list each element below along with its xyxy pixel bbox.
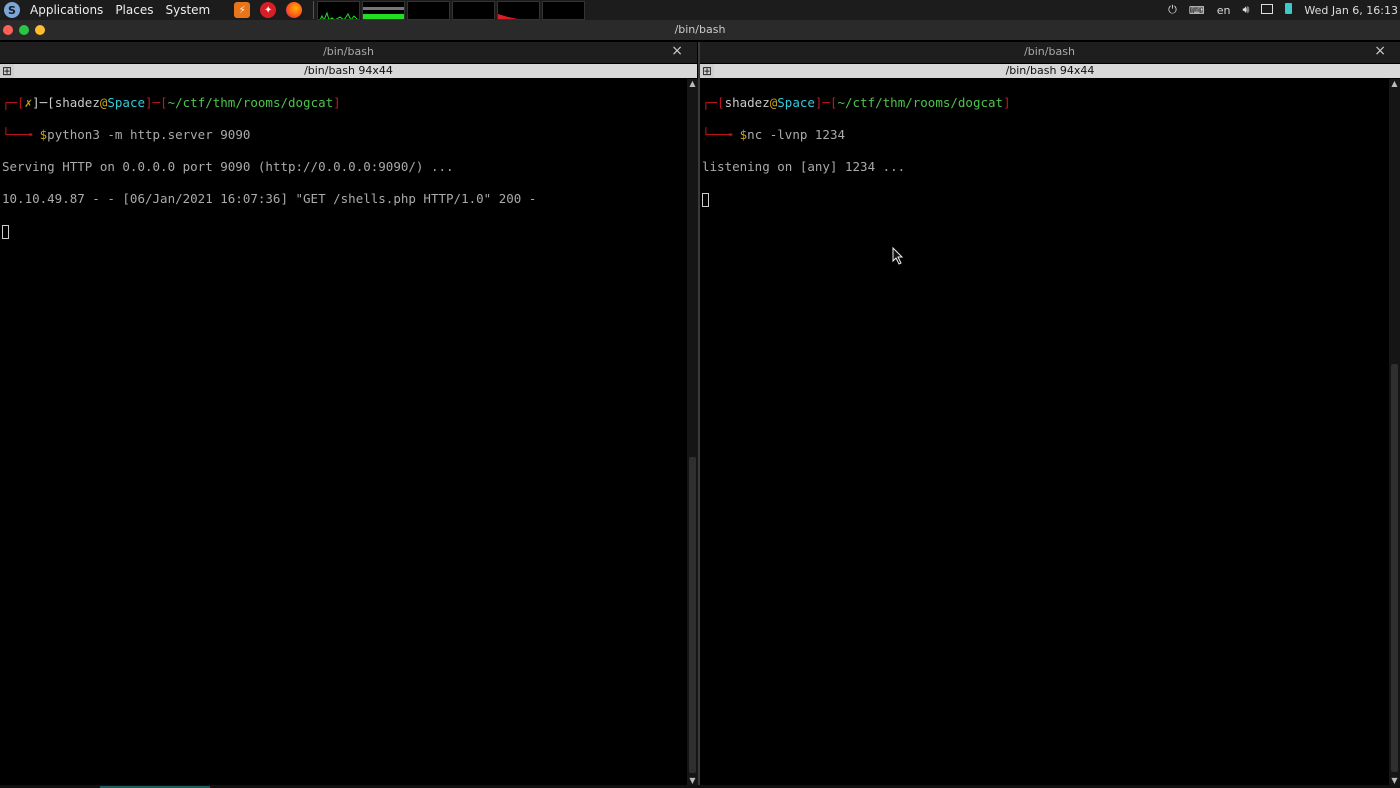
prompt-path: ~/ctf/thm/rooms/dogcat	[837, 95, 1004, 110]
menu-system[interactable]: System	[165, 3, 210, 17]
exit-status: ✗	[24, 95, 33, 110]
red-app-icon[interactable]: ✦	[260, 2, 277, 18]
disk-monitor-graph	[542, 0, 586, 20]
distro-logo-icon[interactable]: S	[4, 2, 20, 18]
top-panel: S Applications Places System ⚡ ✦ ⏻ ⌨ en …	[0, 0, 1400, 20]
text-cursor	[2, 224, 9, 239]
prompt-host: Space	[777, 95, 815, 110]
language-indicator[interactable]: en	[1217, 4, 1231, 17]
prompt-user: shadez	[54, 95, 100, 110]
pane-header-right: /bin/bash 94x44 ⊞	[700, 64, 1400, 78]
cursor-line	[700, 191, 1386, 207]
pane-header-left: /bin/bash 94x44 ⊞	[0, 64, 697, 78]
swap-monitor-graph	[407, 0, 451, 20]
prompt-line: ┌─[✗]─[shadez@Space]─[~/ctf/thm/rooms/do…	[2, 95, 341, 110]
firefox-icon[interactable]	[286, 2, 303, 18]
load-monitor-graph	[452, 0, 496, 20]
memory-monitor-graph	[362, 0, 406, 20]
prompt-path: ~/ctf/thm/rooms/dogcat	[167, 95, 334, 110]
pane-title: /bin/bash 94x44	[1005, 64, 1095, 77]
command-line: └──╼ $nc -lvnp 1234	[702, 127, 846, 142]
prompt-host: Space	[107, 95, 146, 110]
split-pane-icon[interactable]: ⊞	[700, 64, 714, 78]
tab-right[interactable]: /bin/bash ×	[699, 42, 1400, 63]
system-monitor[interactable]	[317, 0, 586, 20]
prompt-line: ┌─[shadez@Space]─[~/ctf/thm/rooms/dogcat…	[702, 95, 1011, 110]
tab-label: /bin/bash	[1024, 45, 1075, 58]
output-line: Serving HTTP on 0.0.0.0 port 9090 (http:…	[2, 159, 454, 174]
scrollbar-thumb[interactable]	[1391, 364, 1398, 772]
menu-places[interactable]: Places	[115, 3, 153, 17]
panel-separator	[313, 1, 315, 19]
window-titlebar[interactable]: /bin/bash	[0, 20, 1400, 40]
mouse-pointer-icon	[892, 247, 904, 265]
text-cursor	[702, 192, 709, 207]
command-line: └──╼ $python3 -m http.server 9090	[2, 127, 251, 142]
menu-applications[interactable]: Applications	[30, 3, 103, 17]
clock[interactable]: Wed Jan 6, 16:13	[1304, 4, 1398, 17]
scrollbar-right[interactable]: ▲ ▼	[1389, 79, 1400, 786]
volume-icon[interactable]: 🔊︎	[1242, 3, 1249, 17]
scrollbar-left[interactable]: ▲ ▼	[687, 79, 698, 786]
cpu-monitor-graph	[317, 0, 361, 20]
burpsuite-icon[interactable]: ⚡	[234, 2, 251, 18]
tab-close-icon[interactable]: ×	[1374, 43, 1386, 59]
display-icon[interactable]	[1261, 3, 1274, 17]
pane-title: /bin/bash 94x44	[304, 64, 393, 77]
cursor-line	[0, 223, 686, 239]
output-line: listening on [any] 1234 ...	[702, 159, 906, 174]
tab-label: /bin/bash	[323, 45, 374, 58]
terminal-right[interactable]: ┌─[shadez@Space]─[~/ctf/thm/rooms/dogcat…	[700, 79, 1386, 785]
power-icon[interactable]: ⏻	[1168, 3, 1177, 17]
terminal-left[interactable]: ┌─[✗]─[shadez@Space]─[~/ctf/thm/rooms/do…	[0, 79, 686, 785]
battery-icon[interactable]	[1285, 3, 1293, 17]
keyboard-icon[interactable]: ⌨	[1189, 4, 1205, 17]
split-pane-icon[interactable]: ⊞	[0, 64, 14, 78]
cpu-graph-icon	[320, 11, 358, 19]
scrollbar-thumb[interactable]	[689, 457, 696, 773]
prompt-user: shadez	[724, 95, 770, 110]
window-title: /bin/bash	[674, 23, 726, 36]
output-line: 10.10.49.87 - - [06/Jan/2021 16:07:36] "…	[2, 191, 537, 206]
tab-close-icon[interactable]: ×	[671, 43, 683, 59]
system-tray: ⏻ ⌨ en 🔊︎ Wed Jan 6, 16:13	[1162, 3, 1400, 17]
command-text: python3 -m http.server 9090	[47, 127, 251, 142]
scroll-up-icon[interactable]: ▲	[687, 79, 698, 89]
tab-left[interactable]: /bin/bash ×	[0, 42, 697, 63]
network-monitor-graph	[497, 0, 541, 20]
scroll-up-icon[interactable]: ▲	[1389, 79, 1400, 89]
command-text: nc -lvnp 1234	[747, 127, 846, 142]
